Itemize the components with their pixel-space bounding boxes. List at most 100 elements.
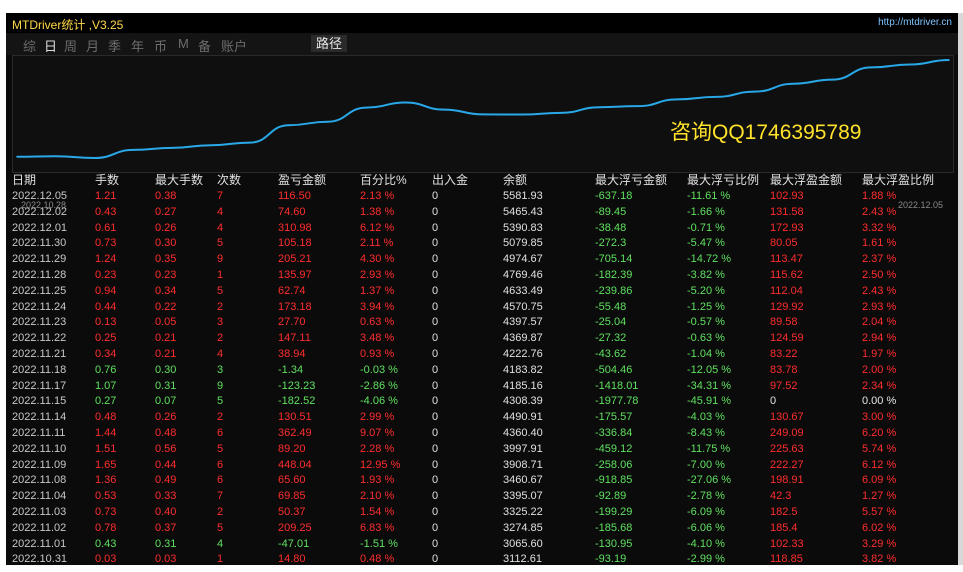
tab-6[interactable]: 币 bbox=[154, 36, 167, 55]
cell-pct: -4.06 % bbox=[360, 395, 398, 408]
table-row: 2022.12.02 0.43 0.27 4 74.60 1.38 % 0 5465.43 -8… bbox=[6, 205, 958, 221]
cell-lots: 0.73 bbox=[95, 237, 117, 250]
cell-bal: 4974.67 bbox=[503, 253, 543, 266]
cell-flp: -1.25 % bbox=[687, 300, 725, 313]
tab-3[interactable]: 月 bbox=[86, 36, 99, 55]
cell-fpp: 1.97 % bbox=[862, 347, 897, 360]
cell-d: 2022.11.18 bbox=[12, 363, 67, 376]
balance-point bbox=[93, 157, 96, 159]
balance-point bbox=[870, 66, 873, 69]
cell-pl: 209.25 bbox=[278, 521, 312, 534]
cell-flp: -0.63 % bbox=[687, 332, 725, 345]
cell-maxlots: 0.21 bbox=[155, 332, 177, 345]
cell-bal: 3395.07 bbox=[503, 490, 543, 503]
cell-n: 5 bbox=[217, 284, 224, 297]
cell-pct: 3.94 % bbox=[360, 300, 395, 313]
tab-7[interactable]: M bbox=[178, 36, 189, 51]
table-row: 2022.12.01 0.61 0.26 4 310.98 6.12 % 0 5390.83 -… bbox=[6, 221, 958, 237]
cell-bal: 3997.91 bbox=[503, 442, 543, 455]
tab-9[interactable]: 账户 bbox=[221, 36, 247, 55]
cell-bal: 3274.85 bbox=[503, 521, 543, 534]
cell-flow: 0 bbox=[432, 379, 439, 392]
path-button[interactable]: 路径 bbox=[311, 35, 348, 52]
table-row: 2022.11.23 0.13 0.05 3 27.70 0.63 % 0 4397.57 -2… bbox=[6, 315, 958, 331]
cell-bal: 5079.85 bbox=[503, 237, 543, 250]
cell-pl: 362.49 bbox=[278, 426, 312, 439]
table-row: 2022.11.10 1.51 0.56 5 89.20 2.28 % 0 3997.91 -4… bbox=[6, 442, 958, 458]
cell-bal: 4183.82 bbox=[503, 363, 543, 376]
cell-bal: 4490.91 bbox=[503, 411, 543, 424]
cell-d: 2022.11.28 bbox=[12, 268, 67, 281]
cell-pl: -47.01 bbox=[278, 537, 310, 550]
cell-bal: 3112.61 bbox=[503, 553, 542, 565]
balance-point bbox=[404, 101, 407, 104]
cell-bal: 4308.39 bbox=[503, 395, 543, 408]
header-bal: 余额 bbox=[503, 173, 528, 187]
cell-fl: -27.32 bbox=[595, 332, 627, 345]
stats-window: MTDriver统计 ,V3.25 http://mtdriver.cn 综日周… bbox=[6, 13, 958, 565]
cell-lots: 0.03 bbox=[95, 553, 117, 565]
cell-fp: 42.3 bbox=[770, 490, 792, 503]
tab-1[interactable]: 日 bbox=[44, 36, 57, 55]
table-row: 2022.11.18 0.76 0.30 3 -1.34 -0.03 % 0 4183.82 -… bbox=[6, 363, 958, 379]
cell-pct: 2.99 % bbox=[360, 411, 395, 424]
daily-stats-table: 日期 手数 最大手数 次数 盈亏金额 百分比% 出入金 余额 最大浮亏金额 最大浮亏比例 最大浮盈金… bbox=[6, 172, 958, 565]
cell-bal: 5581.93 bbox=[503, 190, 543, 202]
cell-lots: 0.94 bbox=[95, 284, 117, 297]
cell-flp: -6.09 % bbox=[687, 505, 725, 518]
cell-fl: -182.39 bbox=[595, 268, 633, 281]
tab-4[interactable]: 季 bbox=[108, 36, 121, 55]
app-title: MTDriver统计 ,V3.25 bbox=[12, 18, 124, 32]
table-row: 2022.11.28 0.23 0.23 1 135.97 2.93 % 0 4769.46 -… bbox=[6, 268, 958, 284]
cell-maxlots: 0.31 bbox=[155, 379, 177, 392]
cell-bal: 4369.87 bbox=[503, 332, 543, 345]
header-maxlots: 最大手数 bbox=[155, 173, 204, 187]
cell-flow: 0 bbox=[432, 363, 439, 376]
cell-d: 2022.10.31 bbox=[12, 553, 68, 565]
cell-fp: 113.47 bbox=[770, 253, 803, 266]
tab-2[interactable]: 周 bbox=[64, 36, 77, 55]
header-flp: 最大浮亏比例 bbox=[687, 173, 760, 187]
cell-n: 2 bbox=[217, 300, 224, 313]
cell-flp: -6.06 % bbox=[687, 521, 725, 534]
cell-flow: 0 bbox=[432, 474, 439, 487]
cell-fl: -918.85 bbox=[595, 474, 633, 487]
cell-flp: -7.00 % bbox=[687, 458, 725, 471]
cell-flow: 0 bbox=[432, 237, 439, 250]
cell-fl: -185.68 bbox=[595, 521, 633, 534]
cell-pl: 27.70 bbox=[278, 316, 306, 329]
cell-pct: 2.13 % bbox=[360, 190, 395, 202]
table-row: 2022.10.31 0.03 0.03 1 14.80 0.48 % 0 3112.61 -9… bbox=[6, 552, 958, 565]
cell-fp: 249.09 bbox=[770, 426, 804, 439]
cell-n: 2 bbox=[217, 411, 224, 424]
cell-fl: -504.46 bbox=[595, 363, 633, 376]
website-link[interactable]: http://mtdriver.cn bbox=[878, 17, 952, 28]
cell-pl: -1.34 bbox=[278, 363, 304, 376]
cell-bal: 3065.60 bbox=[503, 537, 543, 550]
cell-lots: 0.34 bbox=[95, 347, 117, 360]
cell-n: 2 bbox=[217, 332, 224, 345]
tab-5[interactable]: 年 bbox=[131, 36, 144, 55]
tab-0[interactable]: 综 bbox=[23, 36, 36, 55]
cell-d: 2022.11.11 bbox=[12, 426, 66, 439]
cell-flp: -4.03 % bbox=[687, 411, 725, 424]
cell-fl: -239.86 bbox=[595, 284, 633, 297]
cell-fp: 112.04 bbox=[770, 284, 803, 297]
table-row: 2022.11.25 0.94 0.34 5 62.74 1.37 % 0 4633.49 -2… bbox=[6, 284, 958, 300]
cell-fl: -92.89 bbox=[595, 490, 627, 503]
table-row: 2022.11.02 0.78 0.37 5 209.25 6.83 % 0 3274.85 -… bbox=[6, 521, 958, 537]
period-tab-bar: 综日周月季年币 M 备账户 路径 bbox=[6, 33, 958, 55]
cell-d: 2022.11.17 bbox=[12, 379, 67, 392]
balance-point bbox=[55, 155, 57, 157]
cell-d: 2022.11.30 bbox=[12, 237, 67, 250]
cell-bal: 5465.43 bbox=[503, 205, 543, 218]
tab-8[interactable]: 备 bbox=[198, 36, 211, 55]
cell-d: 2022.11.24 bbox=[12, 300, 67, 313]
cell-pl: 173.18 bbox=[278, 300, 312, 313]
cell-lots: 0.43 bbox=[95, 537, 117, 550]
cell-fl: -25.04 bbox=[595, 316, 627, 329]
table-row: 2022.11.15 0.27 0.07 5 -182.52 -4.06 % 0 4308.3… bbox=[6, 394, 958, 410]
cell-pct: 12.95 % bbox=[360, 458, 401, 471]
cell-fpp: 6.12 % bbox=[862, 458, 897, 471]
cell-pl: -123.23 bbox=[278, 379, 316, 392]
